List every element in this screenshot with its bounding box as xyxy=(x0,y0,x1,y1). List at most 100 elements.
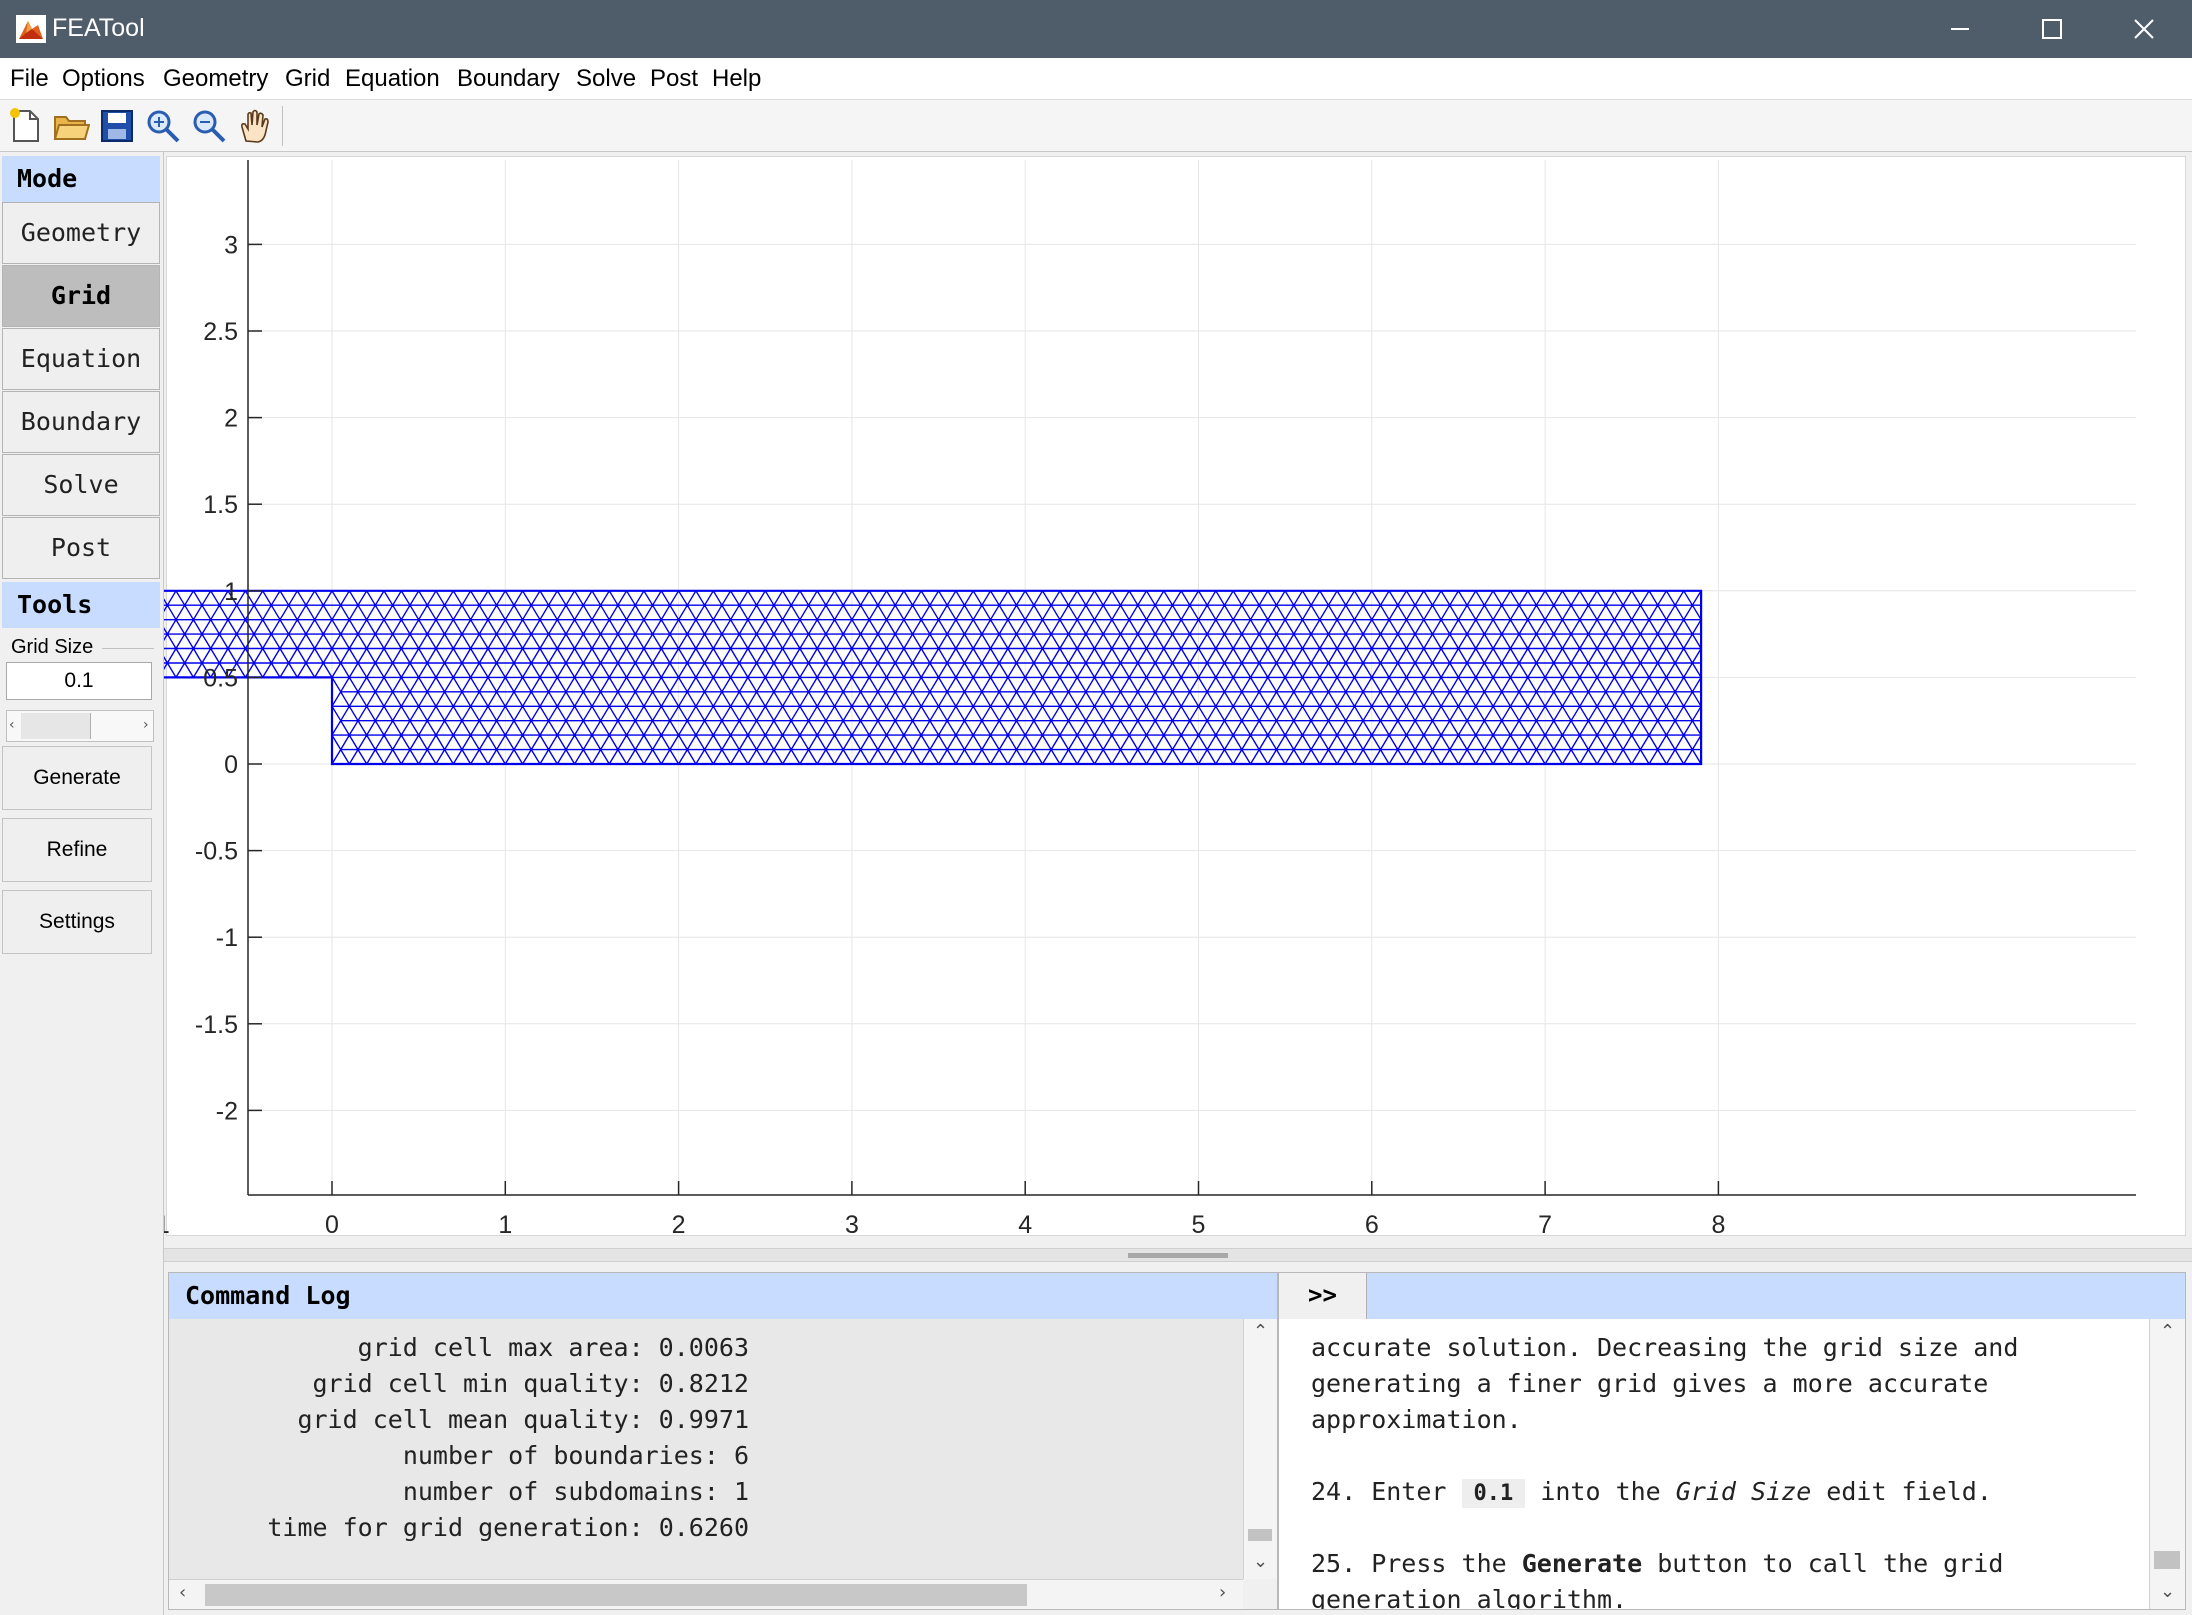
step-text: into the xyxy=(1525,1477,1676,1506)
menu-boundary[interactable]: Boundary xyxy=(457,65,560,93)
open-folder-icon xyxy=(53,116,91,140)
scroll-left-icon[interactable]: ‹ xyxy=(179,1582,186,1603)
scroll-down-icon[interactable]: ⌄ xyxy=(1253,1551,1268,1572)
menu-help[interactable]: Help xyxy=(712,65,761,93)
x-tick-label: 4 xyxy=(1018,1211,1032,1239)
maximize-button[interactable] xyxy=(2006,0,2098,58)
step-text: 25. Press the xyxy=(1311,1549,1522,1578)
scroll-thumb[interactable] xyxy=(2154,1551,2180,1569)
minimize-icon xyxy=(1951,28,1969,30)
y-tick-label: -0.5 xyxy=(195,838,238,866)
help-line: accurate solution. Decreasing the grid s… xyxy=(1311,1333,2019,1362)
command-log-text: grid cell max area: 0.0063 grid cell min… xyxy=(169,1319,1243,1579)
menu-post[interactable]: Post xyxy=(650,65,698,93)
save-button[interactable] xyxy=(98,107,136,145)
menu-equation[interactable]: Equation xyxy=(345,65,440,93)
zoom-in-button[interactable] xyxy=(144,107,182,145)
mesh xyxy=(164,589,1703,766)
mode-solve-button[interactable]: Solve xyxy=(2,454,160,516)
slider-thumb[interactable] xyxy=(21,713,91,739)
new-file-icon xyxy=(10,108,39,142)
x-tick-label: 8 xyxy=(1711,1211,1725,1239)
menu-geometry[interactable]: Geometry xyxy=(163,65,268,93)
step-bold: Generate xyxy=(1521,1549,1643,1578)
minimize-button[interactable] xyxy=(1914,0,2006,58)
help-text: accurate solution. Decreasing the grid s… xyxy=(1279,1319,2149,1609)
scroll-up-icon[interactable]: ⌃ xyxy=(1253,1321,1268,1342)
help-vertical-scrollbar[interactable]: ⌃ ⌄ xyxy=(2149,1319,2185,1609)
new-file-button[interactable] xyxy=(6,107,44,145)
mode-geometry-button[interactable]: Geometry xyxy=(2,202,160,264)
mesh-edges xyxy=(164,590,1702,765)
mode-grid-button[interactable]: Grid xyxy=(2,265,160,327)
help-step-24: 24. Enter 0.1 into the Grid Size edit fi… xyxy=(1311,1477,1992,1508)
menu-grid[interactable]: Grid xyxy=(285,65,330,93)
y-tick-label: 1.5 xyxy=(203,491,238,519)
command-log-title: Command Log xyxy=(169,1273,1277,1319)
y-tick-label: 2.5 xyxy=(203,318,238,346)
tools-header: Tools xyxy=(2,582,160,628)
menu-options[interactable]: Options xyxy=(62,65,145,93)
help-line: generating a finer grid gives a more acc… xyxy=(1311,1369,1989,1398)
step-emphasis: Grid Size xyxy=(1675,1477,1812,1506)
y-tick-label: -1.5 xyxy=(195,1011,238,1039)
log-line: grid cell max area: 0.0063 xyxy=(357,1333,749,1362)
y-tick-label: -2 xyxy=(216,1097,238,1125)
scroll-thumb[interactable] xyxy=(1248,1529,1272,1541)
open-file-button[interactable] xyxy=(52,107,91,145)
title-bar: FEATool xyxy=(0,0,2192,58)
y-tick-label: 0.5 xyxy=(203,664,238,692)
settings-button[interactable]: Settings xyxy=(2,890,152,954)
step-text: 24. Enter xyxy=(1311,1477,1462,1506)
grid-size-input[interactable]: 0.1 xyxy=(6,662,152,700)
left-panel: Mode Geometry Grid Equation Boundary Sol… xyxy=(0,152,164,1615)
slider-left-arrow-icon[interactable]: ‹ xyxy=(9,717,15,733)
command-log-panel: Command Log grid cell max area: 0.0063 g… xyxy=(168,1272,1278,1610)
splitter-grip[interactable] xyxy=(1128,1253,1228,1258)
close-button[interactable] xyxy=(2098,0,2190,58)
refine-button[interactable]: Refine xyxy=(2,818,152,882)
step-text: button to call the grid xyxy=(1642,1549,2004,1578)
grid-size-slider[interactable]: ‹ › xyxy=(6,710,154,742)
y-tick-label: -1 xyxy=(216,924,238,952)
mode-boundary-button[interactable]: Boundary xyxy=(2,391,160,453)
zoom-out-button[interactable] xyxy=(190,107,228,145)
help-line: generation algorithm. xyxy=(1311,1585,1628,1609)
pan-button[interactable] xyxy=(236,107,274,145)
window-title: FEATool xyxy=(52,14,145,42)
step-text: edit field. xyxy=(1811,1477,1992,1506)
grid-size-label: Grid Size xyxy=(11,636,98,659)
log-horizontal-scrollbar[interactable]: ‹ › xyxy=(169,1579,1243,1609)
group-border xyxy=(102,648,154,649)
menu-solve[interactable]: Solve xyxy=(576,65,636,93)
panel-splitter[interactable] xyxy=(164,1248,2192,1262)
menu-file[interactable]: File xyxy=(10,65,49,93)
generate-button[interactable]: Generate xyxy=(2,746,152,810)
help-panel: >> accurate solution. Decreasing the gri… xyxy=(1278,1272,2186,1610)
zoom-out-icon xyxy=(193,110,226,143)
menu-bar: File Options Geometry Grid Equation Boun… xyxy=(0,58,2192,100)
help-header: >> xyxy=(1279,1273,2185,1319)
code-chip: 0.1 xyxy=(1461,1479,1526,1508)
pan-hand-icon xyxy=(241,109,269,143)
slider-right-arrow-icon[interactable]: › xyxy=(143,717,149,733)
mode-post-button[interactable]: Post xyxy=(2,517,160,579)
scroll-down-icon[interactable]: ⌄ xyxy=(2160,1581,2175,1602)
scroll-right-icon[interactable]: › xyxy=(1219,1582,1226,1603)
y-tick-label: 1 xyxy=(224,578,238,606)
scroll-up-icon[interactable]: ⌃ xyxy=(2160,1321,2175,1342)
mode-equation-button[interactable]: Equation xyxy=(2,328,160,390)
expand-help-button[interactable]: >> xyxy=(1279,1273,1367,1319)
grid-plot[interactable]: -2-101234567832.521.510.50-0.5-1-1.5-2 xyxy=(164,152,2192,1246)
y-tick-label: 2 xyxy=(224,405,238,433)
help-step-25: 25. Press the Generate button to call th… xyxy=(1311,1549,2003,1578)
help-line: approximation. xyxy=(1311,1405,1522,1434)
log-line: grid cell mean quality: 0.9971 xyxy=(297,1405,749,1434)
x-tick-label: 3 xyxy=(845,1211,859,1239)
scroll-thumb[interactable] xyxy=(205,1584,1027,1606)
close-icon xyxy=(2134,19,2154,39)
log-vertical-scrollbar[interactable]: ⌃ ⌄ xyxy=(1243,1319,1277,1579)
toolbar xyxy=(0,100,2192,152)
x-tick-label: 0 xyxy=(325,1211,339,1239)
log-line: grid cell min quality: 0.8212 xyxy=(312,1369,750,1398)
